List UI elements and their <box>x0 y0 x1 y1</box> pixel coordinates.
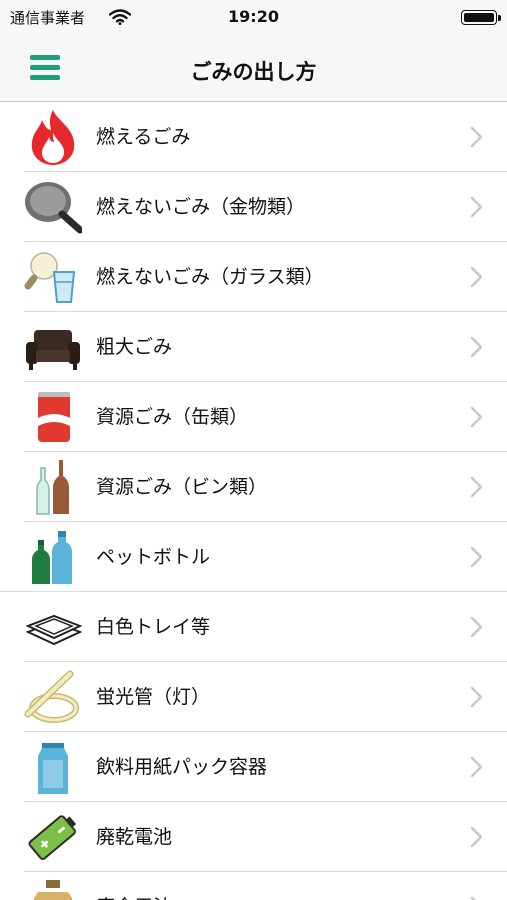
item-label: 白色トレイ等 <box>96 616 211 638</box>
frying-pan-icon <box>25 182 82 234</box>
milk-carton-icon <box>38 743 68 794</box>
pet-bottles-icon <box>32 531 72 584</box>
status-time: 19:20 <box>228 7 279 26</box>
chevron-right-icon <box>470 616 483 638</box>
chevron-right-icon <box>470 126 483 148</box>
item-label: 粗大ごみ <box>96 336 173 358</box>
chevron-right-icon <box>470 546 483 568</box>
garbage-category-list: 燃えるごみ 燃えないごみ（金物類） 燃えないごみ（ガラス類） 粗大ごみ 資源ごみ… <box>0 102 507 900</box>
list-item[interactable]: 資源ごみ（ビン類） <box>0 452 507 522</box>
list-item[interactable]: 廃食用油 <box>0 872 507 900</box>
list-item[interactable]: 白色トレイ等 <box>0 592 507 662</box>
chevron-right-icon <box>470 896 476 900</box>
item-label: 資源ごみ（缶類） <box>96 406 249 428</box>
battery-status-icon <box>461 10 501 25</box>
list-item[interactable]: 燃えるごみ <box>0 102 507 172</box>
oil-container-icon <box>34 880 72 900</box>
page-title: ごみの出し方 <box>190 60 317 84</box>
item-label: 飲料用紙パック容器 <box>96 756 268 778</box>
list-item[interactable]: 燃えないごみ（金物類） <box>0 172 507 242</box>
list-item[interactable]: 蛍光管（灯） <box>0 662 507 732</box>
chevron-right-icon <box>470 826 483 848</box>
can-icon <box>38 392 70 442</box>
item-label: 蛍光管（灯） <box>96 686 211 708</box>
list-item[interactable]: 飲料用紙パック容器 <box>0 732 507 802</box>
item-label: ペットボトル <box>96 546 211 568</box>
fluorescent-tube-icon <box>24 670 79 723</box>
bottles-icon <box>36 460 69 515</box>
chevron-right-icon <box>470 196 483 218</box>
chevron-right-icon <box>470 336 483 358</box>
chevron-right-icon <box>470 756 483 778</box>
item-label: 廃食用油 <box>96 872 172 900</box>
item-label: 燃えないごみ（金物類） <box>96 196 306 218</box>
item-label: 資源ごみ（ビン類） <box>96 476 268 498</box>
sofa-icon <box>26 330 80 370</box>
status-bar: 通信事業者 19:20 <box>0 0 507 34</box>
chevron-right-icon <box>470 476 483 498</box>
chevron-right-icon <box>470 406 483 428</box>
list-item[interactable]: 燃えないごみ（ガラス類） <box>0 242 507 312</box>
list-item[interactable]: ペットボトル <box>0 522 507 592</box>
flame-icon <box>31 110 75 165</box>
battery-icon <box>28 815 77 860</box>
item-label: 廃乾電池 <box>96 826 173 848</box>
food-tray-icon <box>25 614 82 646</box>
list-item[interactable]: 粗大ごみ <box>0 312 507 382</box>
navigation-bar: ごみの出し方 <box>0 34 507 102</box>
item-label: 燃えないごみ（ガラス類） <box>96 266 324 288</box>
chevron-right-icon <box>470 266 483 288</box>
chevron-right-icon <box>470 686 483 708</box>
item-label: 燃えるごみ <box>96 126 191 148</box>
list-item[interactable]: 廃乾電池 <box>0 802 507 872</box>
lightbulb-glass-icon <box>24 252 76 303</box>
list-item[interactable]: 資源ごみ（缶類） <box>0 382 507 452</box>
